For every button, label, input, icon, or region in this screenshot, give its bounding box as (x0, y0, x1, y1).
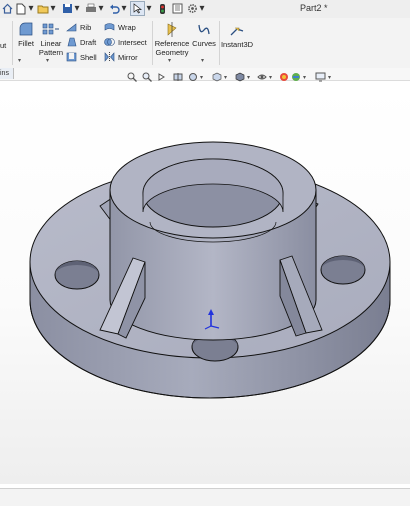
linear-pattern-button[interactable]: Linear Pattern (38, 22, 64, 57)
shell-label: Shell (80, 52, 97, 62)
edit-appearance-icon[interactable] (279, 71, 289, 83)
intersect-label: Intersect (118, 37, 147, 47)
linear-pattern-label: Linear Pattern (38, 39, 64, 57)
shell-icon (66, 52, 77, 62)
ribbon-separator (152, 21, 153, 65)
draft-button[interactable]: Draft (66, 37, 96, 47)
extruded-cut-label[interactable]: ut (0, 41, 10, 50)
reference-geometry-button[interactable]: Reference Geometry (154, 22, 190, 57)
wrap-label: Wrap (118, 22, 136, 32)
mirror-button[interactable]: Mirror (104, 52, 138, 62)
print-icon[interactable] (85, 1, 97, 16)
dropdown-arrow-icon[interactable]: ▾ (201, 57, 204, 64)
dropdown-arrow-icon[interactable]: ▾ (146, 1, 152, 16)
reference-geometry-label: Reference Geometry (154, 39, 190, 57)
dropdown-arrow-icon[interactable]: ▾ (200, 71, 206, 83)
mirror-label: Mirror (118, 52, 138, 62)
wrap-icon (104, 23, 115, 31)
fillet-label: Fillet (18, 39, 34, 48)
apply-scene-icon[interactable] (291, 71, 301, 83)
dropdown-arrow-icon[interactable]: ▾ (98, 1, 104, 16)
title-bar: ▾ ▾ ▾ ▾ ▾ ▾ ▾ Part2 * (0, 0, 410, 19)
rib-icon (66, 23, 77, 32)
curves-label: Curves (192, 39, 216, 48)
dropdown-arrow-icon[interactable]: ▾ (224, 71, 230, 83)
undo-icon[interactable] (108, 1, 120, 16)
shell-button[interactable]: Shell (66, 52, 97, 62)
tab-active[interactable]: ins (0, 68, 14, 79)
dropdown-arrow-icon[interactable]: ▾ (50, 1, 56, 16)
display-style-icon[interactable] (235, 71, 245, 83)
home-icon[interactable] (1, 1, 13, 16)
view-settings-icon[interactable] (315, 71, 326, 83)
dropdown-arrow-icon[interactable]: ▾ (199, 1, 205, 16)
fillet-button[interactable]: Fillet (14, 22, 38, 48)
reference-geometry-icon (167, 22, 177, 37)
instant3d-icon (230, 27, 244, 36)
intersect-button[interactable]: Intersect (104, 37, 147, 47)
select-pointer-icon[interactable] (130, 1, 145, 16)
flange-part-model[interactable] (0, 84, 410, 484)
curves-icon (198, 24, 210, 35)
wrap-button[interactable]: Wrap (104, 22, 136, 32)
dropdown-arrow-icon[interactable]: ▾ (46, 57, 49, 64)
status-bar (0, 488, 410, 506)
curves-button[interactable]: Curves (191, 22, 217, 48)
intersect-icon (104, 38, 115, 46)
rib-label: Rib (80, 22, 92, 32)
zoom-to-area-icon[interactable] (142, 71, 152, 83)
dropdown-arrow-icon[interactable]: ▾ (269, 71, 275, 83)
dropdown-arrow-icon[interactable]: ▾ (168, 57, 171, 64)
dropdown-arrow-icon[interactable]: ▾ (74, 1, 80, 16)
file-properties-icon[interactable] (171, 1, 183, 16)
command-ribbon: ut Fillet ▾ Linear Pattern ▾ Rib Draft S… (0, 18, 410, 69)
bolt-hole (320, 255, 366, 285)
draft-icon (67, 37, 77, 47)
instant3d-button[interactable]: Instant3D (220, 26, 254, 49)
previous-view-icon[interactable] (157, 71, 167, 83)
graphics-viewport[interactable] (0, 84, 410, 484)
dropdown-arrow-icon[interactable]: ▾ (28, 1, 34, 16)
view-orientation-icon[interactable] (212, 71, 222, 83)
fillet-icon (19, 22, 33, 36)
dropdown-arrow-icon[interactable]: ▾ (18, 57, 21, 64)
rebuild-icon[interactable] (157, 1, 167, 16)
save-icon[interactable] (61, 1, 73, 16)
rib-button[interactable]: Rib (66, 22, 91, 32)
dropdown-arrow-icon[interactable]: ▾ (121, 1, 127, 16)
dropdown-arrow-icon[interactable]: ▾ (328, 71, 334, 83)
open-icon[interactable] (37, 1, 49, 16)
dropdown-arrow-icon[interactable]: ▾ (247, 71, 253, 83)
bolt-hole (54, 260, 100, 290)
hide-show-items-icon[interactable] (257, 71, 267, 83)
draft-label: Draft (80, 37, 97, 47)
dynamic-annotation-icon[interactable] (188, 71, 198, 83)
mirror-icon (104, 52, 115, 62)
ribbon-separator (12, 21, 13, 65)
options-gear-icon[interactable] (186, 1, 198, 16)
zoom-to-fit-icon[interactable] (127, 71, 137, 83)
document-title: Part2 * (300, 3, 328, 13)
instant3d-label: Instant3D (220, 40, 254, 49)
linear-pattern-icon (42, 23, 59, 35)
new-document-icon[interactable] (15, 1, 27, 16)
section-view-icon[interactable] (173, 71, 183, 83)
dropdown-arrow-icon[interactable]: ▾ (303, 71, 309, 83)
